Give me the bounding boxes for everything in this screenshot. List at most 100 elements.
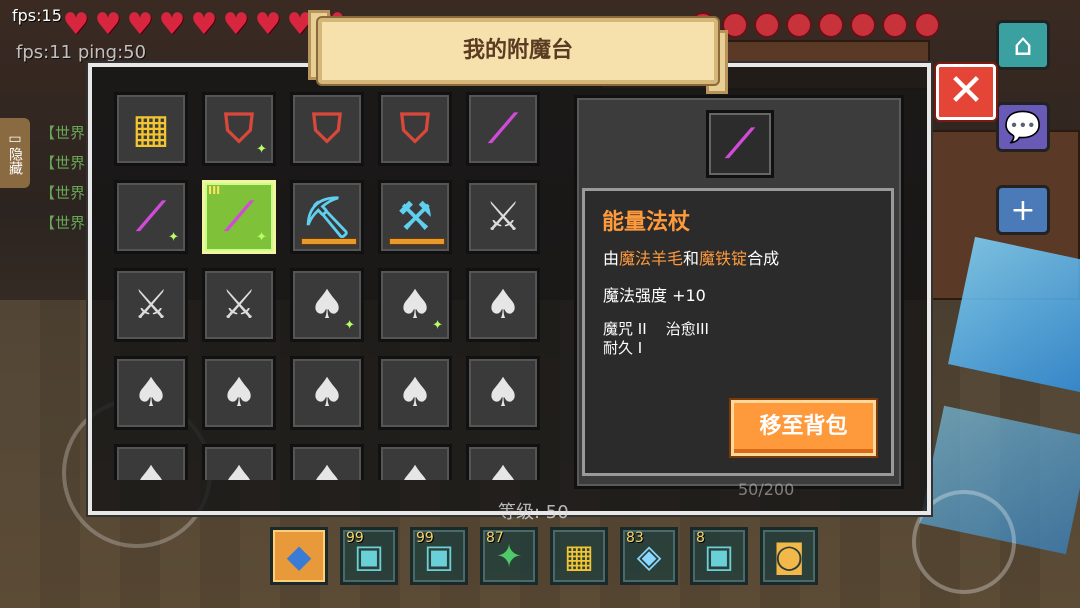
hunger-icon: [818, 12, 844, 38]
shop-icon: ⌂: [1013, 27, 1033, 63]
inventory-slot[interactable]: ⛏: [290, 180, 364, 254]
inventory-slot[interactable]: ♠: [114, 356, 188, 430]
inventory-slot[interactable]: ⚔: [466, 180, 540, 254]
hotbar-slot[interactable]: ◆: [270, 527, 328, 585]
inventory-slot[interactable]: ♠: [290, 444, 364, 480]
sword-icon: ⚔: [133, 282, 169, 328]
item-preview-slot: ⟋: [706, 110, 774, 178]
durability-bar: [301, 238, 357, 245]
shovel-icon: ♠: [309, 282, 345, 328]
move-to-backpack-button[interactable]: 移至背包: [731, 400, 876, 456]
inventory-slot[interactable]: ⟋: [466, 92, 540, 166]
hotbar-slot[interactable]: ◈ 83: [620, 527, 678, 585]
inventory-slot[interactable]: ♠ ✦: [290, 268, 364, 342]
expand-button[interactable]: +: [996, 185, 1050, 235]
heart-icon: ♥: [158, 7, 186, 42]
item-count: 83: [626, 530, 644, 546]
shield-icon: ⛉: [400, 106, 430, 152]
hunger-icon: [754, 12, 780, 38]
shovel-icon: ♠: [309, 458, 345, 480]
hotbar-slot[interactable]: ▣ 8: [690, 527, 748, 585]
heart-icon: ♥: [222, 7, 250, 42]
pickaxe-icon: ⛏: [301, 194, 353, 241]
inventory-slot[interactable]: ♠: [466, 444, 540, 480]
inventory-slot[interactable]: ⛉ ✦: [202, 92, 276, 166]
inventory-slot[interactable]: ⟋ ✦: [114, 180, 188, 254]
hide-chat-button[interactable]: ▭ 隐藏: [0, 118, 30, 188]
gold-ingot-icon: ▦: [132, 106, 170, 152]
hotbar-slot[interactable]: ▣ 99: [410, 527, 468, 585]
shop-button[interactable]: ⌂: [996, 20, 1050, 70]
hotbar-slot[interactable]: ✦ 87: [480, 527, 538, 585]
chat-bubble-icon: ▭: [8, 131, 22, 147]
item-recipe: 由魔法羊毛和魔铁锭合成: [603, 245, 779, 269]
inventory-slot[interactable]: ♠: [202, 444, 276, 480]
hotbar-slot[interactable]: ◙: [760, 527, 818, 585]
sparkle-icon: ✦: [256, 230, 267, 245]
shovel-icon: ♠: [397, 282, 433, 328]
sword-icon: ⚔: [485, 194, 521, 240]
chat-log: 【世界 【世界 【世界 【世界: [40, 118, 85, 238]
blue-crystal-icon: ◆: [286, 537, 312, 575]
hunger-icon: [882, 12, 908, 38]
shovel-icon: ♠: [133, 370, 169, 416]
inventory-slot[interactable]: ⛉: [378, 92, 452, 166]
recipe-conjunction: 和: [683, 249, 700, 268]
inventory-slot[interactable]: ⚒: [378, 180, 452, 254]
hotbar-slot[interactable]: ▦: [550, 527, 608, 585]
item-count: 99: [346, 530, 364, 546]
window-title-banner: 我的附魔台: [318, 18, 718, 84]
heart-icon: ♥: [94, 7, 122, 42]
inventory-slot[interactable]: ♠: [114, 444, 188, 480]
inventory-slot[interactable]: ⛉: [290, 92, 364, 166]
hunger-icon: [786, 12, 812, 38]
shovel-icon: ♠: [221, 370, 257, 416]
item-count: 99: [416, 530, 434, 546]
sword-icon: ⚔: [221, 282, 257, 328]
inventory-slot[interactable]: ⚔: [114, 268, 188, 342]
shovel-icon: ♠: [397, 370, 433, 416]
inventory-slot[interactable]: ♠: [290, 356, 364, 430]
recipe-ingredient: 魔法羊毛: [619, 249, 684, 268]
shovel-icon: ♠: [485, 370, 521, 416]
sparkle-icon: ✦: [432, 318, 443, 333]
close-button[interactable]: ✕: [936, 64, 996, 120]
item-count: 8: [696, 530, 705, 546]
inventory-slot[interactable]: ⚔: [202, 268, 276, 342]
shovel-icon: ♠: [309, 370, 345, 416]
hotbar-slot[interactable]: ▣ 99: [340, 527, 398, 585]
inventory-slot[interactable]: ♠: [202, 356, 276, 430]
axe-icon: ⚒: [397, 194, 433, 240]
item-name: 能量法杖: [602, 210, 691, 235]
enchantment-list: 魔咒 II 治愈III: [603, 320, 709, 338]
chat-button[interactable]: 💬: [996, 102, 1050, 152]
inventory-slot[interactable]: ♠: [466, 356, 540, 430]
inventory-slot[interactable]: ⟋ III ✦: [202, 180, 276, 254]
inventory-slot[interactable]: ♠: [378, 444, 452, 480]
magic-staff-icon: ⟋: [225, 194, 253, 240]
speech-bubble-icon: 💬: [1004, 109, 1042, 145]
backpack-icon: ◙: [773, 537, 805, 575]
inventory-slot[interactable]: ♠: [466, 268, 540, 342]
sparkle-icon: ✦: [344, 318, 355, 333]
fps-counter: fps:15: [12, 6, 62, 25]
magic-staff-icon: ⟋: [726, 121, 754, 167]
window-title: 我的附魔台: [462, 38, 573, 63]
inventory-slot[interactable]: ▦: [114, 92, 188, 166]
chat-line: 【世界: [40, 124, 86, 142]
item-stat: 魔法强度 +10: [603, 286, 706, 305]
inventory-slot[interactable]: ♠: [378, 356, 452, 430]
experience-readout: 50/200: [738, 480, 795, 499]
shield-icon: ⛉: [312, 106, 342, 152]
heart-icon: ♥: [62, 7, 90, 42]
inventory-slot[interactable]: ♠ ✦: [378, 268, 452, 342]
chat-line: 【世界: [40, 184, 86, 202]
inventory-grid[interactable]: ▦⛉✦⛉⛉⟋⟋✦⟋III✦⛏⚒⚔⚔⚔♠✦♠✦♠♠♠♠♠♠♠♠♠♠♠: [114, 92, 564, 480]
tier-badge: III: [208, 184, 221, 197]
hide-label: 隐藏: [7, 147, 23, 175]
item-count: 87: [486, 530, 504, 546]
hunger-icon: [914, 12, 940, 38]
plus-icon: +: [1010, 192, 1036, 228]
health-bar: ♥♥♥♥♥♥♥♥♥: [62, 7, 346, 42]
durability-bar: [389, 238, 445, 245]
